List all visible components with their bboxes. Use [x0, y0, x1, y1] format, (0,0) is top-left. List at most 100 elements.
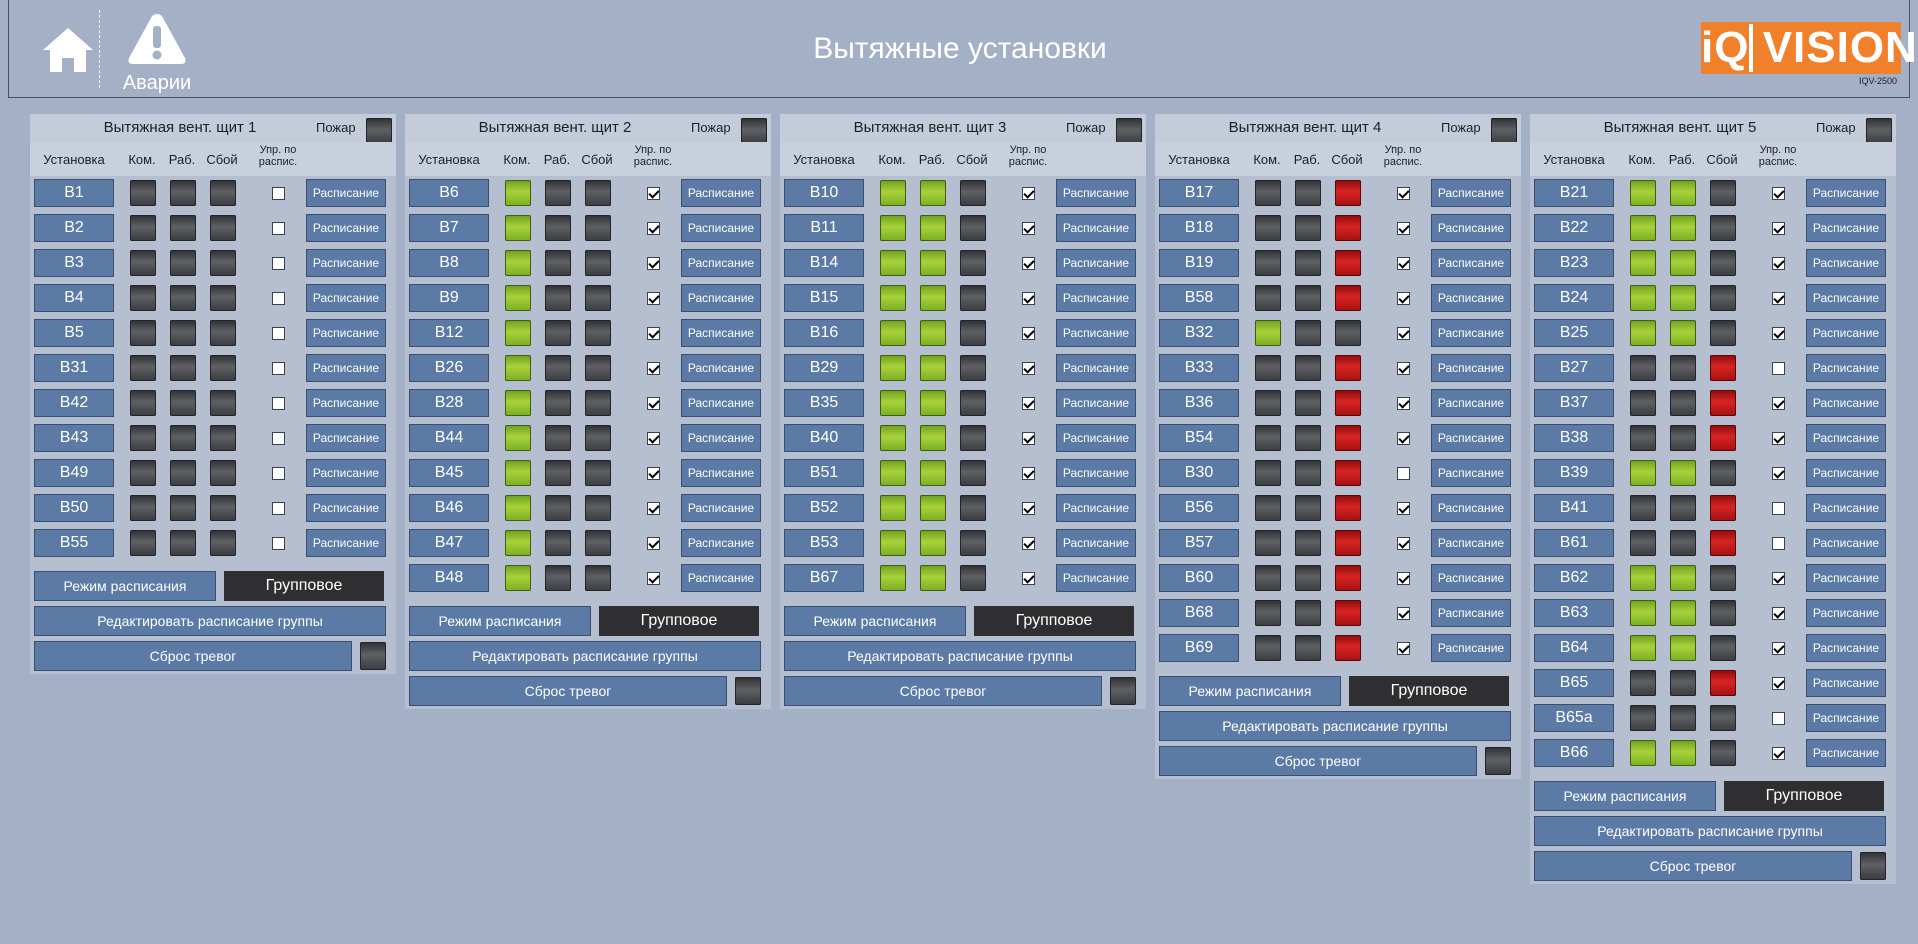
schedule-button[interactable]: Расписание	[1806, 599, 1886, 627]
schedule-button[interactable]: Расписание	[1056, 494, 1136, 522]
schedule-control-checkbox[interactable]	[647, 467, 660, 480]
schedule-control-checkbox[interactable]	[647, 222, 660, 235]
unit-button[interactable]: В45	[409, 459, 489, 487]
unit-button[interactable]: В42	[34, 389, 114, 417]
unit-button[interactable]: В23	[1534, 249, 1614, 277]
edit-group-schedule-button[interactable]: Редактировать расписание группы	[409, 641, 761, 671]
unit-button[interactable]: В60	[1159, 564, 1239, 592]
schedule-button[interactable]: Расписание	[1431, 494, 1511, 522]
schedule-control-checkbox[interactable]	[1772, 712, 1785, 725]
unit-button[interactable]: В61	[1534, 529, 1614, 557]
unit-button[interactable]: В43	[34, 424, 114, 452]
schedule-button[interactable]: Расписание	[306, 284, 386, 312]
schedule-control-checkbox[interactable]	[1397, 292, 1410, 305]
schedule-button[interactable]: Расписание	[1431, 319, 1511, 347]
unit-button[interactable]: В47	[409, 529, 489, 557]
schedule-control-checkbox[interactable]	[1397, 222, 1410, 235]
schedule-control-checkbox[interactable]	[1022, 257, 1035, 270]
schedule-control-checkbox[interactable]	[1397, 397, 1410, 410]
schedule-button[interactable]: Расписание	[1806, 669, 1886, 697]
schedule-button[interactable]: Расписание	[1431, 284, 1511, 312]
schedule-control-checkbox[interactable]	[272, 187, 285, 200]
schedule-button[interactable]: Расписание	[681, 424, 761, 452]
unit-button[interactable]: В66	[1534, 739, 1614, 767]
schedule-mode-button[interactable]: Режим расписания	[1534, 781, 1716, 811]
schedule-control-checkbox[interactable]	[1397, 187, 1410, 200]
schedule-control-checkbox[interactable]	[647, 432, 660, 445]
schedule-control-checkbox[interactable]	[647, 397, 660, 410]
schedule-control-checkbox[interactable]	[1772, 677, 1785, 690]
unit-button[interactable]: В21	[1534, 179, 1614, 207]
unit-button[interactable]: В3	[34, 249, 114, 277]
unit-button[interactable]: В50	[34, 494, 114, 522]
schedule-control-checkbox[interactable]	[1772, 257, 1785, 270]
schedule-button[interactable]: Расписание	[1806, 389, 1886, 417]
unit-button[interactable]: В6	[409, 179, 489, 207]
schedule-control-checkbox[interactable]	[1772, 747, 1785, 760]
schedule-control-checkbox[interactable]	[647, 327, 660, 340]
edit-group-schedule-button[interactable]: Редактировать расписание группы	[1534, 816, 1886, 846]
unit-button[interactable]: В62	[1534, 564, 1614, 592]
schedule-button[interactable]: Расписание	[1806, 564, 1886, 592]
schedule-button[interactable]: Расписание	[681, 529, 761, 557]
schedule-control-checkbox[interactable]	[272, 362, 285, 375]
unit-button[interactable]: В51	[784, 459, 864, 487]
schedule-button[interactable]: Расписание	[1431, 634, 1511, 662]
schedule-control-checkbox[interactable]	[1772, 187, 1785, 200]
schedule-control-checkbox[interactable]	[1022, 572, 1035, 585]
schedule-button[interactable]: Расписание	[1806, 704, 1886, 732]
schedule-control-checkbox[interactable]	[1397, 257, 1410, 270]
schedule-button[interactable]: Расписание	[1056, 564, 1136, 592]
schedule-button[interactable]: Расписание	[1806, 284, 1886, 312]
schedule-button[interactable]: Расписание	[1056, 459, 1136, 487]
unit-button[interactable]: В36	[1159, 389, 1239, 417]
unit-button[interactable]: В64	[1534, 634, 1614, 662]
schedule-control-checkbox[interactable]	[1397, 502, 1410, 515]
schedule-button[interactable]: Расписание	[1056, 214, 1136, 242]
schedule-control-checkbox[interactable]	[1022, 467, 1035, 480]
reset-alarms-button[interactable]: Сброс тревог	[784, 676, 1102, 706]
reset-alarms-button[interactable]: Сброс тревог	[34, 641, 352, 671]
schedule-button[interactable]: Расписание	[1431, 389, 1511, 417]
unit-button[interactable]: В56	[1159, 494, 1239, 522]
schedule-control-checkbox[interactable]	[1022, 327, 1035, 340]
schedule-control-checkbox[interactable]	[1397, 467, 1410, 480]
schedule-button[interactable]: Расписание	[306, 494, 386, 522]
schedule-button[interactable]: Расписание	[1431, 249, 1511, 277]
unit-button[interactable]: В35	[784, 389, 864, 417]
schedule-button[interactable]: Расписание	[1056, 354, 1136, 382]
unit-button[interactable]: В37	[1534, 389, 1614, 417]
schedule-button[interactable]: Расписание	[306, 424, 386, 452]
unit-button[interactable]: В7	[409, 214, 489, 242]
schedule-control-checkbox[interactable]	[1772, 537, 1785, 550]
unit-button[interactable]: В22	[1534, 214, 1614, 242]
schedule-control-checkbox[interactable]	[647, 292, 660, 305]
schedule-control-checkbox[interactable]	[272, 327, 285, 340]
unit-button[interactable]: В8	[409, 249, 489, 277]
unit-button[interactable]: В68	[1159, 599, 1239, 627]
schedule-control-checkbox[interactable]	[272, 257, 285, 270]
unit-button[interactable]: В65	[1534, 669, 1614, 697]
schedule-control-checkbox[interactable]	[1772, 572, 1785, 585]
unit-button[interactable]: В17	[1159, 179, 1239, 207]
schedule-control-checkbox[interactable]	[272, 467, 285, 480]
schedule-button[interactable]: Расписание	[681, 284, 761, 312]
unit-button[interactable]: В30	[1159, 459, 1239, 487]
unit-button[interactable]: В32	[1159, 319, 1239, 347]
schedule-button[interactable]: Расписание	[306, 179, 386, 207]
schedule-control-checkbox[interactable]	[1022, 362, 1035, 375]
schedule-control-checkbox[interactable]	[1022, 222, 1035, 235]
schedule-button[interactable]: Расписание	[1431, 529, 1511, 557]
unit-button[interactable]: В55	[34, 529, 114, 557]
schedule-control-checkbox[interactable]	[272, 222, 285, 235]
schedule-control-checkbox[interactable]	[1022, 537, 1035, 550]
schedule-control-checkbox[interactable]	[1397, 537, 1410, 550]
unit-button[interactable]: В48	[409, 564, 489, 592]
schedule-button[interactable]: Расписание	[1806, 739, 1886, 767]
schedule-mode-button[interactable]: Режим расписания	[34, 571, 216, 601]
unit-button[interactable]: В18	[1159, 214, 1239, 242]
unit-button[interactable]: В52	[784, 494, 864, 522]
schedule-button[interactable]: Расписание	[1056, 389, 1136, 417]
schedule-control-checkbox[interactable]	[1772, 327, 1785, 340]
reset-alarms-button[interactable]: Сброс тревог	[1534, 851, 1852, 881]
